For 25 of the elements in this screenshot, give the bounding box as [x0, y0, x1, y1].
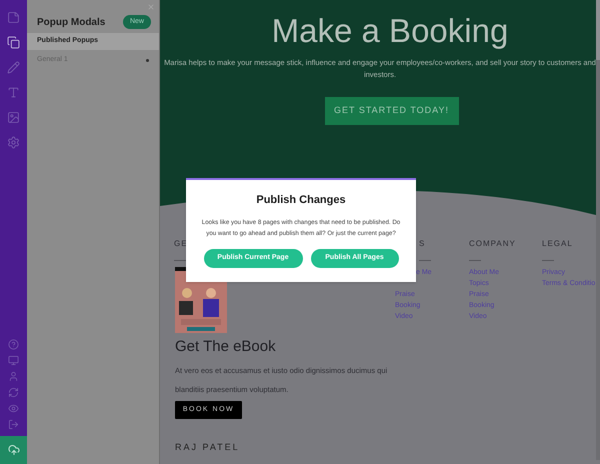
monitor-icon[interactable] — [8, 355, 19, 366]
column-heading: COMPANY — [469, 239, 516, 249]
modal-title: Publish Changes — [256, 193, 346, 208]
settings-icon[interactable] — [7, 136, 20, 149]
logout-icon[interactable] — [8, 419, 19, 430]
column-heading: GE — [174, 239, 188, 249]
pencil-icon[interactable] — [7, 61, 20, 74]
note-icon[interactable] — [7, 11, 20, 24]
hero-title: Make a Booking — [272, 12, 508, 50]
image-icon[interactable] — [7, 111, 20, 124]
column-heading: LEGAL — [542, 239, 573, 249]
get-started-button[interactable]: GET STARTED TODAY! — [324, 97, 458, 125]
help-icon[interactable] — [8, 339, 19, 350]
user-icon[interactable] — [8, 371, 19, 382]
type-icon[interactable] — [7, 86, 20, 99]
scrollbar[interactable] — [596, 0, 600, 460]
ebook-title: Get The eBook — [175, 337, 277, 357]
panel-title: Popup Modals — [37, 16, 106, 30]
close-icon[interactable] — [147, 3, 155, 11]
author-name: RAJ PATEL — [175, 441, 241, 454]
eye-icon[interactable] — [8, 403, 19, 414]
column-heading: S — [419, 239, 426, 249]
publish-icon[interactable] — [0, 436, 27, 464]
windows-icon[interactable] — [7, 36, 20, 49]
refresh-icon[interactable] — [8, 387, 19, 398]
